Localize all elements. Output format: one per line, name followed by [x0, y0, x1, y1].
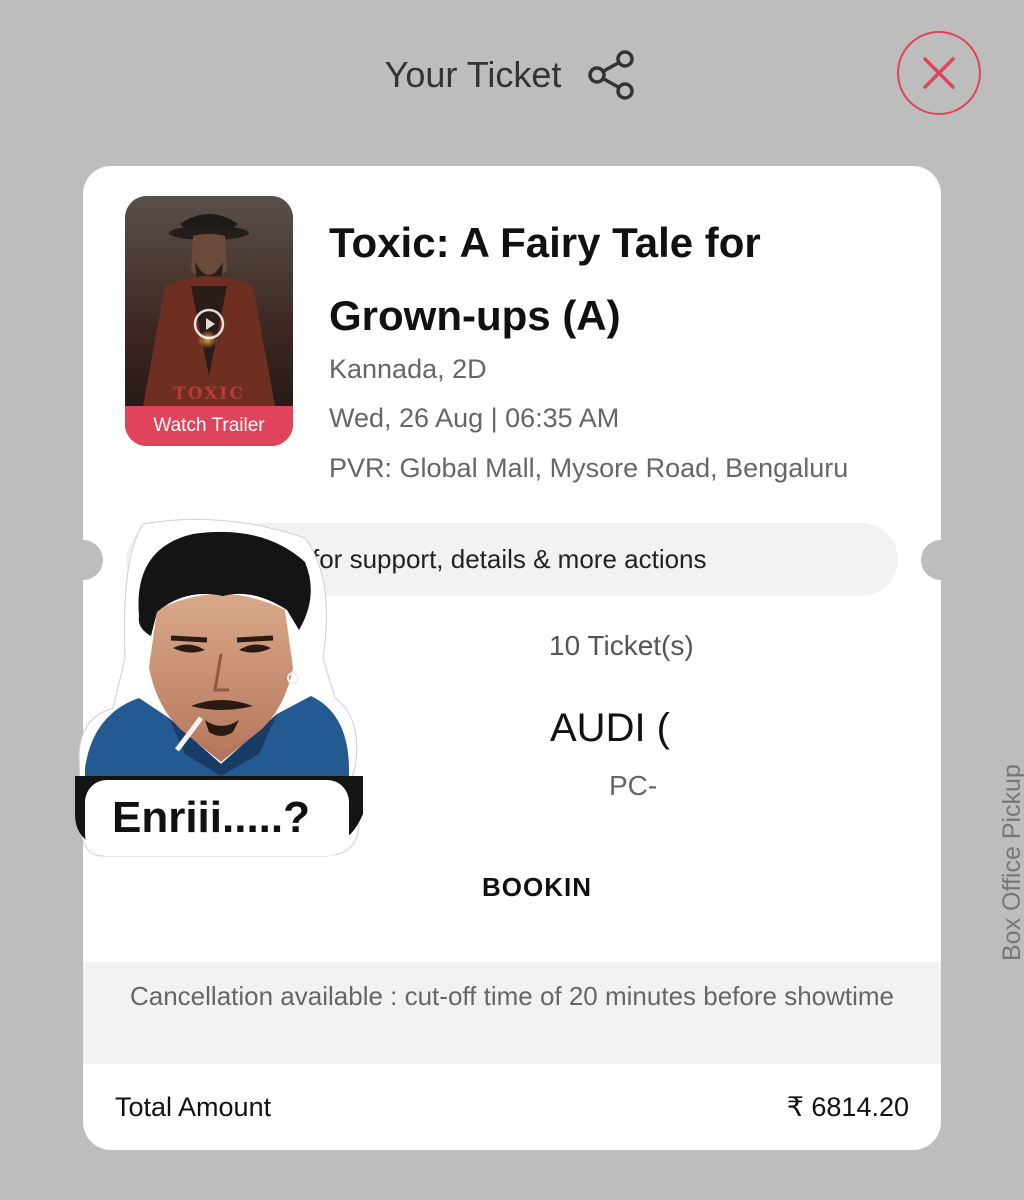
ticket-header: Your Ticket [0, 48, 1024, 102]
total-amount-label: Total Amount [115, 1092, 272, 1122]
total-amount-value: ₹ 6814.20 [786, 1092, 909, 1122]
venue: PVR: Global Mall, Mysore Road, Bengaluru [329, 453, 849, 483]
share-icon[interactable] [585, 48, 639, 102]
box-office-pickup-text: Box Office Pickup [998, 764, 1024, 961]
play-icon[interactable] [193, 308, 225, 340]
page-title: Your Ticket [384, 54, 562, 95]
close-icon [923, 57, 955, 89]
movie-title: Toxic: A Fairy Tale for Grown-ups (A) [329, 219, 761, 339]
screen-name: AUDI ( [550, 706, 670, 750]
close-button[interactable] [897, 31, 981, 115]
box-office-pickup-label: Box Office Pickup [950, 725, 1024, 961]
meme-sticker-text: Enriii.....? [111, 793, 311, 842]
booking-id-label: BOOKIN [482, 872, 592, 902]
watch-trailer-button[interactable]: Watch Trailer [125, 406, 293, 446]
seat-info: PC- [609, 770, 658, 801]
language-format: Kannada, 2D [329, 354, 487, 384]
movie-poster[interactable]: TOXIC Watch Trailer [125, 196, 293, 446]
poster-title-text: TOXIC [173, 384, 245, 404]
show-datetime: Wed, 26 Aug | 06:35 AM [329, 403, 620, 433]
ticket-count: 10 Ticket(s) [549, 630, 694, 661]
cancellation-note: Cancellation available : cut-off time of… [83, 962, 941, 1064]
ticket-notch-right [921, 540, 941, 580]
